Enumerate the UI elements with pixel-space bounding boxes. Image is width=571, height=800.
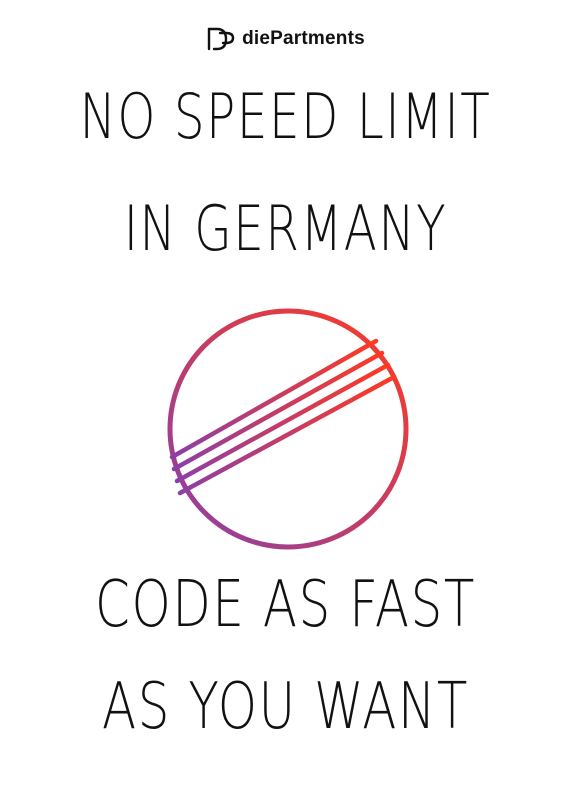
end-of-speed-limit-sign-icon (167, 308, 409, 550)
brand-header: diePartments (0, 27, 571, 51)
headline-top-line-1: NO SPEED LIMIT (79, 80, 492, 153)
headline-top-line-2: IN GERMANY (123, 192, 448, 265)
brand-logo-icon (207, 27, 235, 51)
brand-name: diePartments (242, 28, 365, 49)
poster: diePartments NO SPEED LIMIT IN GERMANY C… (0, 0, 571, 800)
headline-bottom-line-2: AS YOU WANT (102, 670, 469, 744)
headline-bottom-line-1: CODE AS FAST (95, 568, 476, 642)
